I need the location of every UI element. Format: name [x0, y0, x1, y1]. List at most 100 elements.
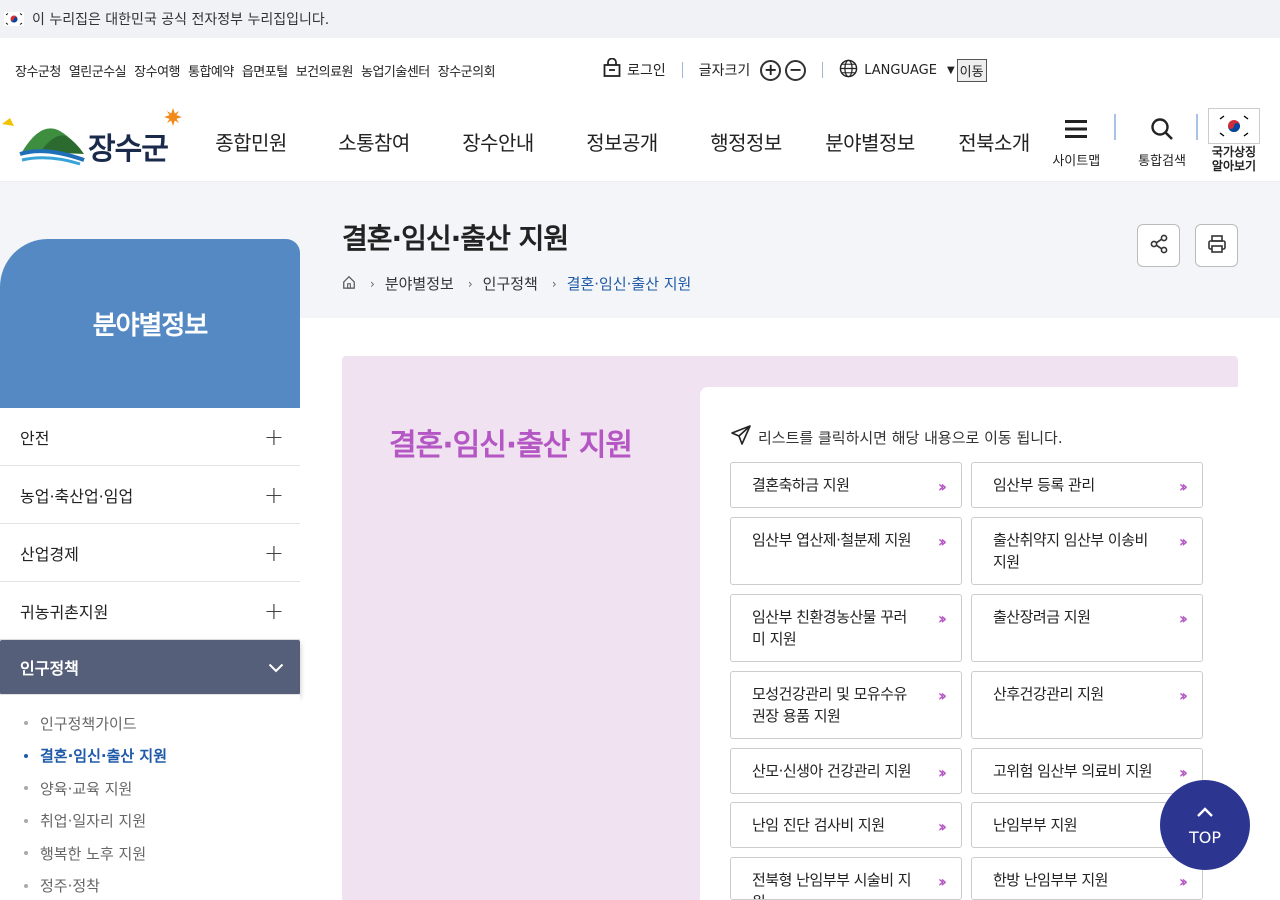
search-button[interactable]: 통합검색 — [1138, 114, 1186, 169]
sub-item-aging[interactable]: 행복한 노후 지원 — [0, 837, 300, 870]
lnb-sub-menu: 인구정책가이드 결혼·임신·출산 지원 양육·교육 지원 취업·일자리 지원 행… — [0, 695, 300, 900]
lnb-item-economy[interactable]: 산업경제 + — [0, 524, 300, 582]
printer-icon — [1207, 234, 1227, 258]
language-select[interactable]: LANGUAGE ▼ — [839, 59, 955, 82]
zoom-in-icon[interactable]: + — [760, 59, 782, 81]
sub-item-label: 취업·일자리 지원 — [40, 812, 147, 831]
breadcrumb-item-1[interactable]: 분야별정보 — [385, 273, 454, 294]
util-link-5[interactable]: 읍면포털 — [242, 61, 288, 80]
link-button[interactable]: 임산부 엽산제·철분제 지원 ›› — [730, 517, 962, 585]
home-icon[interactable] — [342, 275, 356, 293]
link-button-label: 산모·신생아 건강관리 지원 — [752, 762, 912, 780]
gnb-item-civil[interactable]: 종합민원 — [190, 127, 312, 156]
link-button[interactable]: 산후건강관리 지원 ›› — [971, 671, 1203, 739]
site-logo[interactable]: 장수군 — [0, 102, 190, 182]
double-chevron-right-icon: ›› — [1178, 763, 1188, 782]
util-link-7[interactable]: 농업기술센터 — [361, 61, 430, 80]
national-symbol-button[interactable]: 국가상징 알아보기 — [1208, 108, 1260, 172]
lnb-item-population[interactable]: 인구정책 — [0, 640, 300, 695]
link-button-label: 임산부 친환경농산물 꾸러미 지원 — [752, 608, 907, 648]
link-button[interactable]: 결혼축하금 지원 ›› — [730, 462, 962, 508]
link-button[interactable]: 전북형 난임부부 시술비 지원 ›› — [730, 857, 962, 900]
lnb-item-safety[interactable]: 안전 + — [0, 408, 300, 466]
scroll-top-button[interactable]: TOP — [1160, 780, 1250, 870]
gnb-item-field[interactable]: 분야별정보 — [808, 127, 932, 156]
utility-bar: 장수군청 열린군수실 장수여행 통합예약 읍면포털 보건의료원 농업기술센터 장… — [0, 38, 1280, 102]
bullet-icon — [24, 753, 28, 758]
link-button-label: 고위험 임산부 의료비 지원 — [993, 762, 1153, 780]
link-button-label: 임산부 엽산제·철분제 지원 — [752, 531, 912, 549]
bullet-icon — [24, 818, 28, 823]
language-label: LANGUAGE — [864, 62, 937, 78]
chevron-right-icon: › — [370, 276, 375, 291]
link-button[interactable]: 한방 난임부부 지원 ›› — [971, 857, 1203, 900]
zoom-out-icon[interactable]: − — [785, 59, 807, 81]
link-button-label: 출산취약지 임산부 이송비 지원 — [993, 531, 1148, 571]
gnb-item-jeonbuk[interactable]: 전북소개 — [932, 127, 1056, 156]
link-button[interactable]: 임산부 등록 관리 ›› — [971, 462, 1203, 508]
font-size-label: 글자크기 — [698, 63, 751, 79]
sub-item-settlement[interactable]: 정주·정착 — [0, 870, 300, 900]
util-link-8[interactable]: 장수군의회 — [438, 61, 496, 80]
gov-banner: 이 누리집은 대한민국 공식 전자정부 누리집입니다. — [0, 0, 1280, 38]
double-chevron-right-icon: ›› — [937, 763, 947, 782]
sub-item-marriage[interactable]: 결혼·임신·출산 지원 — [0, 740, 300, 773]
share-button[interactable] — [1137, 224, 1180, 267]
paper-plane-icon — [730, 424, 752, 450]
link-button[interactable]: 난임 진단 검사비 지원 ›› — [730, 802, 962, 848]
plus-icon: + — [263, 422, 284, 451]
sub-item-label: 정주·정착 — [40, 877, 100, 896]
content-title: 결혼·임신·출산 지원 — [389, 428, 633, 463]
util-link-6[interactable]: 보건의료원 — [296, 61, 354, 80]
lnb-item-label: 농업·축산업·임업 — [20, 486, 134, 506]
sub-item-jobs[interactable]: 취업·일자리 지원 — [0, 805, 300, 838]
print-button[interactable] — [1195, 224, 1238, 267]
lnb-item-return-farming[interactable]: 귀농귀촌지원 + — [0, 582, 300, 640]
util-link-4[interactable]: 통합예약 — [188, 61, 234, 80]
chevron-up-icon — [1196, 804, 1214, 822]
lnb-item-label: 귀농귀촌지원 — [20, 602, 109, 622]
gnb-item-disclosure[interactable]: 정보공개 — [560, 127, 684, 156]
guide-label: 리스트를 클릭하시면 해당 내용으로 이동 됩니다. — [758, 428, 1063, 447]
korea-flag-icon — [4, 12, 24, 26]
lnb-item-agriculture[interactable]: 농업·축산업·임업 + — [0, 466, 300, 524]
gnb-item-communication[interactable]: 소통참여 — [312, 127, 436, 156]
util-link-3[interactable]: 장수여행 — [134, 61, 180, 80]
link-button-label: 전북형 난임부부 시술비 지원 — [752, 871, 912, 899]
sub-item-population-guide[interactable]: 인구정책가이드 — [0, 707, 300, 740]
link-button-label: 결혼축하금 지원 — [752, 476, 850, 494]
gnb-item-admin[interactable]: 행정정보 — [684, 127, 808, 156]
double-chevron-right-icon: ›› — [937, 686, 947, 705]
link-button[interactable]: 임산부 친환경농산물 꾸러미 지원 ›› — [730, 594, 962, 662]
link-button-label: 모성건강관리 및 모유수유 권장 용품 지원 — [752, 685, 907, 725]
login-button[interactable]: 로그인 — [603, 57, 666, 82]
share-icon — [1149, 234, 1169, 258]
link-button[interactable]: 출산취약지 임산부 이송비 지원 ›› — [971, 517, 1203, 585]
sub-item-childcare[interactable]: 양육·교육 지원 — [0, 772, 300, 805]
logo-text: 장수군 — [88, 131, 169, 167]
hamburger-menu-icon — [1065, 114, 1088, 144]
sitemap-button[interactable]: 사이트맵 — [1052, 114, 1100, 169]
family-site-links: 장수군청 열린군수실 장수여행 통합예약 읍면포털 보건의료원 농업기술센터 장… — [15, 61, 496, 80]
sub-item-label: 결혼·임신·출산 지원 — [40, 747, 168, 766]
double-chevron-right-icon: ›› — [937, 872, 947, 891]
language-go-button[interactable]: 이동 — [956, 58, 987, 82]
link-button-label: 난임 진단 검사비 지원 — [752, 816, 885, 834]
search-label: 통합검색 — [1138, 154, 1186, 169]
link-button[interactable]: 산모·신생아 건강관리 지원 ›› — [730, 748, 962, 794]
gnb-item-guide[interactable]: 장수안내 — [436, 127, 560, 156]
lnb-item-label: 안전 — [20, 428, 50, 448]
link-button[interactable]: 고위험 임산부 의료비 지원 ›› — [971, 748, 1203, 794]
util-link-1[interactable]: 장수군청 — [15, 61, 61, 80]
lnb-menu: 안전 + 농업·축산업·임업 + 산업경제 + 귀농귀촌지원 + 인구정책 인구… — [0, 408, 300, 900]
header-tools: 사이트맵 통합검색 국가상징 알아보기 — [1052, 108, 1260, 172]
sub-item-label: 행복한 노후 지원 — [40, 844, 147, 863]
link-button[interactable]: 모성건강관리 및 모유수유 권장 용품 지원 ›› — [730, 671, 962, 739]
util-link-2[interactable]: 열린군수실 — [69, 61, 127, 80]
breadcrumb-item-2[interactable]: 인구정책 — [483, 273, 538, 294]
double-chevron-right-icon: ›› — [1178, 532, 1188, 551]
link-button[interactable]: 출산장려금 지원 ›› — [971, 594, 1203, 662]
login-label: 로그인 — [627, 63, 666, 79]
main-header: 장수군 종합민원 소통참여 장수안내 정보공개 행정정보 분야별정보 전북소개 … — [0, 102, 1280, 182]
double-chevron-right-icon: ›› — [1178, 686, 1188, 705]
